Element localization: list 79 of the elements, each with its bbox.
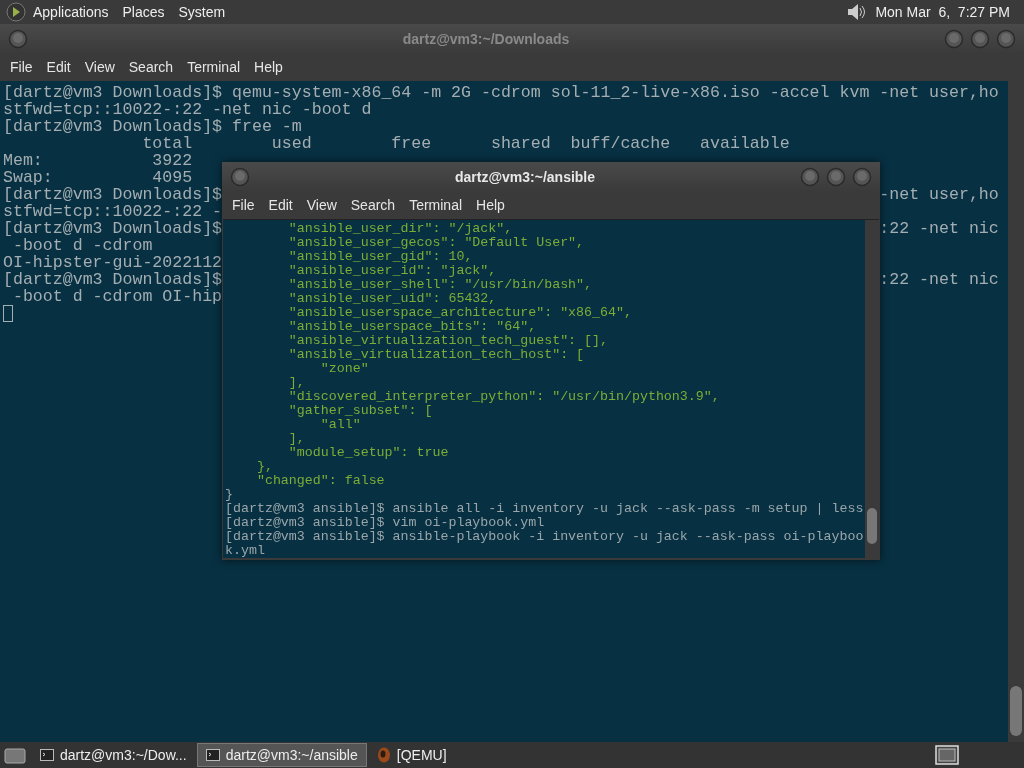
terminal-line: "ansible_virtualization_tech_host": [ (287, 348, 586, 362)
terminal-line: "ansible_user_dir": "/jack", (287, 222, 514, 236)
qemu-icon (376, 747, 391, 763)
menu-item[interactable]: Terminal (402, 195, 470, 216)
terminal-line: Mem: 3922 (3, 152, 193, 169)
terminal-line: "ansible_user_gid": 10, (287, 250, 474, 264)
cursor (3, 305, 13, 322)
terminal-line: [dartz@vm3 Downloads]$ free -m (3, 118, 302, 135)
terminal-icon (40, 749, 54, 761)
terminal-line: :22 -net nic (879, 220, 999, 237)
taskbar-button[interactable]: dartz@vm3:~/Dow... (32, 743, 195, 767)
menu-item[interactable]: File (3, 57, 40, 78)
panel-menu[interactable]: Places (115, 1, 172, 23)
terminal-line: "zone" (319, 362, 370, 376)
terminal-line: "ansible_virtualization_tech_guest": [], (287, 334, 609, 348)
window-control-icon[interactable] (944, 29, 964, 49)
window-title: dartz@vm3:~/Downloads (401, 29, 571, 49)
terminal-line: k.yml (225, 544, 266, 558)
panel-menu[interactable]: Applications (26, 1, 116, 23)
terminal-line: -boot d -cdrom OI-hip (11, 288, 223, 305)
terminal-line: stfwd=tcp::10022-:22 -net nic -boot d (3, 101, 372, 118)
terminal-line: "ansible_user_shell": "/usr/bin/bash", (287, 278, 594, 292)
terminal-line: "module_setup": true (287, 446, 450, 460)
menu-item[interactable]: Search (121, 57, 181, 78)
terminal-line: OI-hipster-gui-2022112 (3, 254, 223, 271)
terminal-line: "ansible_user_gecos": "Default User", (287, 236, 586, 250)
speaker-icon[interactable] (845, 2, 868, 22)
menu-item[interactable]: Help (247, 57, 290, 78)
menu-item[interactable]: Terminal (180, 57, 248, 78)
terminal-line: Swap: 4095 (3, 169, 193, 186)
window-control-icon[interactable] (852, 167, 872, 187)
workspace-switcher-icon[interactable] (934, 744, 960, 766)
terminal-line: [dartz@vm3 Downloads]$ (3, 186, 223, 203)
scrollbar-thumb[interactable] (1010, 686, 1022, 736)
terminal-line: "ansible_user_id": "jack", (287, 264, 498, 278)
terminal-line: "changed": false (255, 474, 386, 488)
terminal-line: "discovered_interpreter_python": "/usr/bin/python3.9", (287, 390, 721, 404)
menu-item[interactable]: View (299, 195, 344, 216)
terminal-line: "all" (319, 418, 362, 432)
panel-menu[interactable]: System (171, 1, 233, 23)
window-control-icon[interactable] (826, 167, 846, 187)
terminal-line: [dartz@vm3 ansible]$ ansible-playbook -i inventory -u jack --ask-pass oi-playboo (225, 530, 865, 544)
terminal-line: total used free shared buff/cache available (141, 135, 790, 152)
window-title: dartz@vm3:~/ansible (453, 167, 597, 187)
menu-item[interactable]: Edit (261, 195, 300, 216)
taskbar-button[interactable]: dartz@vm3:~/ansible (196, 743, 367, 767)
menu-item[interactable]: Search (343, 195, 403, 216)
menu-item[interactable]: View (77, 57, 122, 78)
terminal-line: [dartz@vm3 Downloads]$ (3, 220, 223, 237)
terminal-line: ], (287, 432, 306, 446)
menu-item[interactable]: Help (469, 195, 512, 216)
terminal-line: :22 -net nic (879, 271, 999, 288)
terminal-line: "ansible_userspace_bits": "64", (287, 320, 538, 334)
terminal-line: [dartz@vm3 ansible]$ vim oi-playbook.yml (225, 516, 546, 530)
terminal-line: -boot d -cdrom (11, 237, 153, 254)
terminal-line: } (225, 488, 234, 502)
terminal-line: [dartz@vm3 Downloads]$ (3, 271, 223, 288)
foot-logo-icon[interactable] (6, 2, 26, 22)
window-control-icon[interactable] (970, 29, 990, 49)
menu-item[interactable]: File (225, 195, 262, 216)
terminal-line: ], (287, 376, 306, 390)
scrollbar[interactable] (1008, 81, 1024, 742)
terminal-line: [dartz@vm3 ansible]$ ansible all -i inventory -u jack --ask-pass -m setup | less (225, 502, 865, 516)
terminal-line: "ansible_userspace_architecture": "x86_64", (287, 306, 633, 320)
terminal-line: "gather_subset": [ (287, 404, 434, 418)
window-menu-icon[interactable] (8, 29, 28, 49)
scrollbar-thumb[interactable] (867, 508, 877, 544)
taskbar-button[interactable]: [QEMU] (368, 743, 455, 767)
terminal-line: [dartz@vm3 Downloads]$ qemu-system-x86_64 -m 2G -cdrom sol-11_2-live-x86.iso -accel kvm -net user,ho (3, 84, 999, 101)
window-control-icon[interactable] (800, 167, 820, 187)
menu-item[interactable]: Edit (39, 57, 78, 78)
window-menu-icon[interactable] (230, 167, 250, 187)
terminal-line: }, (255, 460, 274, 474)
terminal-line: "ansible_user_uid": 65432, (287, 292, 498, 306)
window-control-icon[interactable] (996, 29, 1016, 49)
clock[interactable]: Mon Mar 6, 7:27 PM (867, 1, 1018, 23)
terminal-icon (205, 749, 220, 761)
terminal-line: -net user,ho (879, 186, 999, 203)
terminal-line: stfwd=tcp::10022-:22 - (3, 203, 223, 220)
